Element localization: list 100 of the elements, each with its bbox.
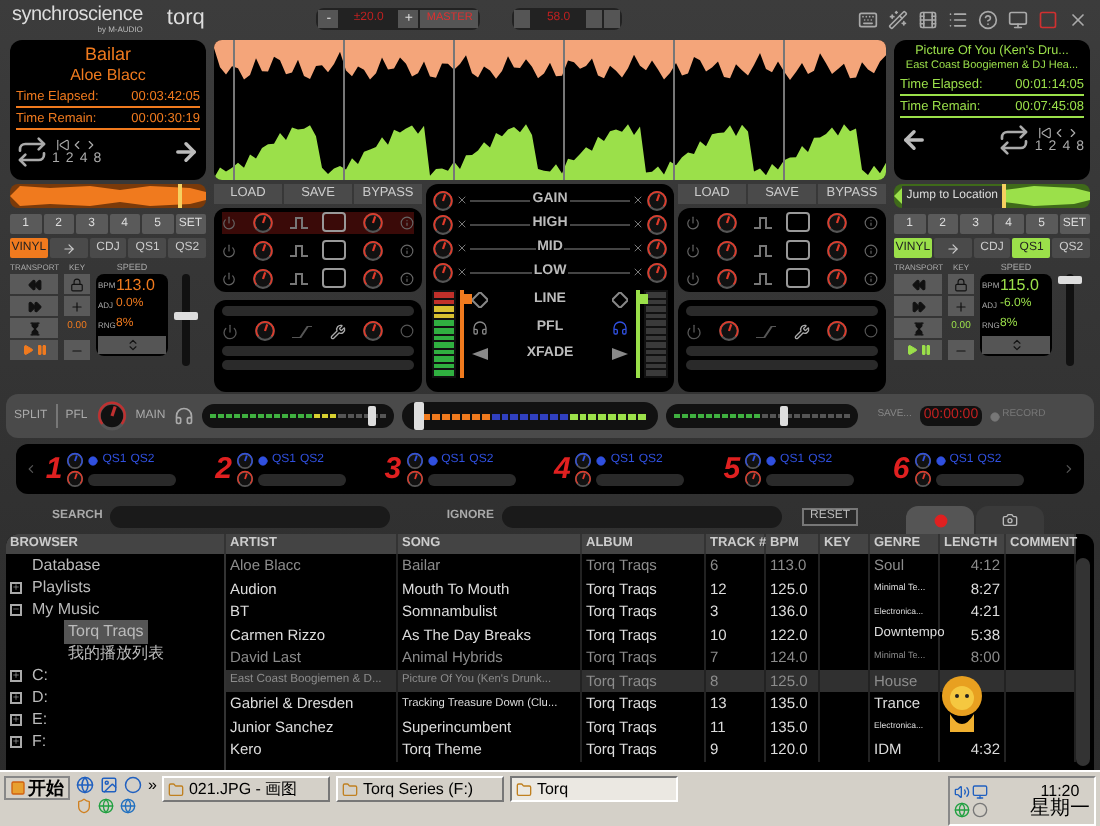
play-pause-button[interactable] [894,340,942,360]
fx-pad[interactable] [322,268,347,288]
sampler-dot-icon[interactable] [596,456,607,466]
knob[interactable] [251,267,274,289]
knob[interactable] [235,451,254,469]
headphones-icon[interactable] [173,406,194,426]
sampler-dot-icon[interactable] [766,456,777,466]
transport-button[interactable] [10,318,58,338]
info-icon[interactable] [863,243,878,257]
knob[interactable] [432,213,454,235]
circle-icon[interactable] [399,324,414,338]
knob[interactable] [362,211,385,233]
waveform-drawing[interactable] [214,40,886,180]
pitch-slider-thumb[interactable] [174,311,198,320]
transport-button[interactable] [894,318,942,338]
chevron-right-icon[interactable] [83,138,98,153]
arrow-left-icon[interactable] [900,125,928,154]
power-icon[interactable] [686,243,700,257]
knob[interactable] [646,189,668,211]
info-icon[interactable] [863,215,878,229]
taskbar-task[interactable]: 021.JPG - 画图 [162,776,331,802]
play-pause-button[interactable] [10,340,58,360]
volume-slider[interactable] [201,404,394,428]
direction-button[interactable] [933,238,972,258]
sampler-dot-icon[interactable] [88,456,99,466]
sampler-dot-icon[interactable] [257,456,268,466]
volume-slider[interactable] [665,404,858,428]
kill-icon[interactable] [456,242,468,254]
knob[interactable] [825,320,848,342]
wrench-icon[interactable] [329,323,346,339]
image-icon[interactable] [100,776,118,794]
kill-icon[interactable] [632,242,644,254]
browser-tab[interactable] [906,506,975,534]
transport-button[interactable] [10,274,58,294]
knob[interactable] [826,267,849,289]
power-icon[interactable] [222,271,236,285]
info-icon[interactable] [399,271,414,285]
crossfader-thumb[interactable] [413,402,424,430]
expand-toggle[interactable] [10,603,22,615]
knob[interactable] [432,261,454,283]
power-icon[interactable] [222,215,236,229]
status-icon[interactable] [972,802,988,818]
expand-toggle[interactable] [10,669,22,681]
knob[interactable] [66,451,85,469]
tree-item[interactable]: C: [28,663,52,687]
knob[interactable] [254,320,277,342]
chevron-right-icon[interactable] [1066,125,1081,140]
fx-pad[interactable] [322,212,347,232]
knob[interactable] [66,469,85,487]
sampler-dot-icon[interactable] [935,456,946,466]
knob[interactable] [95,400,128,432]
key-lock-button[interactable] [948,274,974,294]
power-icon[interactable] [686,323,702,339]
transport-button[interactable] [894,274,942,294]
scrollbar[interactable] [1076,558,1090,766]
chevron-left-icon[interactable] [69,138,84,153]
expand-toggle[interactable] [10,713,22,725]
knob[interactable] [913,469,932,487]
fx-pad[interactable] [786,268,811,288]
kill-icon[interactable] [632,194,644,206]
speaker-icon[interactable] [954,784,970,800]
knob[interactable] [574,469,593,487]
knob[interactable] [235,469,254,487]
skip-back-icon[interactable] [1038,125,1053,140]
keyboard-icon[interactable] [858,9,878,29]
circle-icon[interactable] [863,324,878,338]
knob[interactable] [826,239,849,261]
knob[interactable] [744,469,763,487]
knob[interactable] [251,239,274,261]
wand-icon[interactable] [888,9,908,29]
power-icon[interactable] [222,243,236,257]
knob[interactable] [826,211,849,233]
kill-icon[interactable] [456,194,468,206]
loop-icon[interactable] [998,123,1031,156]
tree-item[interactable]: 我的播放列表 [64,641,168,665]
info-icon[interactable] [399,215,414,229]
knob[interactable] [574,451,593,469]
knob[interactable] [362,267,385,289]
knob[interactable] [646,237,668,259]
playhead[interactable] [1001,184,1006,208]
network-icon[interactable] [972,784,988,800]
knob[interactable] [432,189,454,211]
track-overview[interactable] [10,184,206,208]
tree-item[interactable]: My Music [28,597,104,621]
taskbar-task[interactable]: Torq [510,776,679,802]
info-icon[interactable] [863,271,878,285]
knob[interactable] [718,320,741,342]
more-icon[interactable]: » [148,777,157,793]
transport-button[interactable] [894,296,942,316]
power-icon[interactable] [686,271,700,285]
wrench-icon[interactable] [793,323,810,339]
headphones-icon[interactable] [472,319,488,336]
start-button[interactable]: 开始 [4,776,70,800]
knob[interactable] [715,211,738,233]
expand-toggle[interactable] [10,581,22,593]
loop-icon[interactable] [16,136,48,169]
knob[interactable] [405,451,424,469]
browser-icon[interactable] [76,776,94,794]
arrow-right-icon[interactable] [172,138,200,167]
film-icon[interactable] [918,9,938,29]
